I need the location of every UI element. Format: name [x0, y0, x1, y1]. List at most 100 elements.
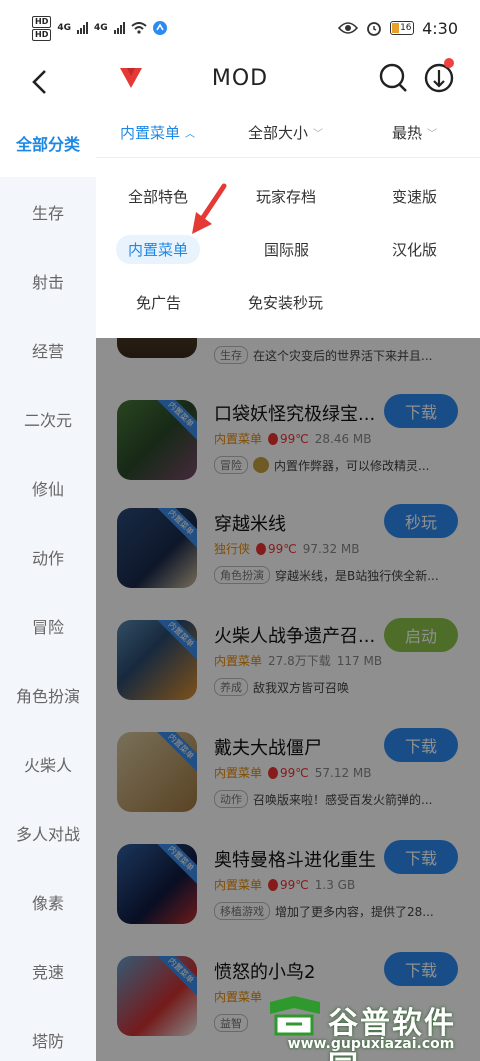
- sidebar-item-tower-defense[interactable]: 塔防: [0, 1005, 96, 1061]
- download-button[interactable]: 下载: [384, 728, 458, 762]
- game-title: 奥特曼格斗进化重生: [214, 850, 376, 871]
- filter-size-label: 全部大小: [248, 124, 309, 142]
- game-title: 戴夫大战僵尸: [214, 738, 322, 759]
- sidebar-item-anime[interactable]: 二次元: [0, 384, 96, 453]
- game-title: 愤怒的小鸟2: [214, 962, 316, 983]
- tag-speed-version[interactable]: 变速版: [380, 182, 449, 211]
- sidebar-item-management[interactable]: 经营: [0, 315, 96, 384]
- game-title: 穿越米线: [214, 514, 286, 535]
- genre-tag: 益智: [214, 1014, 248, 1032]
- search-button[interactable]: [376, 60, 410, 96]
- filter-bar: 内置菜单 ︿ 全部大小 ﹀ 最热 ﹀: [96, 108, 480, 158]
- chevron-down-icon: ﹀: [427, 129, 438, 140]
- download-button[interactable]: 下载: [384, 394, 458, 428]
- list-item[interactable]: 内置菜单 奥特曼格斗进化重生 内置菜单 99℃ 1.3 GB 移植游戏 增加了更…: [96, 838, 480, 950]
- heat-indicator: 99℃: [268, 878, 309, 892]
- game-meta: 内置菜单: [214, 988, 262, 1005]
- status-left: HD HD 4G 4G: [32, 15, 167, 41]
- game-icon: 内置菜单: [117, 844, 197, 924]
- game-desc: 生存 在这个灾变后的世界活下来并且...: [214, 346, 464, 364]
- game-desc: 移植游戏 增加了更多内容，提供了28...: [214, 902, 464, 920]
- genre-tag: 冒险: [214, 456, 248, 474]
- game-icon: [117, 338, 197, 358]
- file-size: 97.32 MB: [302, 541, 360, 556]
- tag-international[interactable]: 国际服: [252, 235, 321, 264]
- corner-badge: 内置菜单: [153, 732, 197, 774]
- game-icon: 内置菜单: [117, 400, 197, 480]
- game-meta: 内置菜单 99℃ 57.12 MB: [214, 764, 372, 781]
- pikachu-icon: [253, 457, 269, 473]
- list-item[interactable]: 内置菜单 戴夫大战僵尸 内置菜单 99℃ 57.12 MB 动作 召唤版来啦！感…: [96, 726, 480, 838]
- filter-size[interactable]: 全部大小 ﹀: [248, 122, 323, 143]
- search-icon: [379, 63, 407, 92]
- game-meta: 独行侠 99℃ 97.32 MB: [214, 540, 360, 557]
- feature-label: 独行侠: [214, 542, 251, 556]
- file-size: 57.12 MB: [314, 765, 372, 780]
- game-desc-text: 穿越米线，是B站独行侠全新...: [275, 568, 439, 583]
- sidebar-item-stickman[interactable]: 火柴人: [0, 729, 96, 798]
- file-size: 1.3 GB: [314, 877, 356, 892]
- list-item[interactable]: 生存 在这个灾变后的世界活下来并且...: [96, 338, 480, 390]
- filter-sort[interactable]: 最热 ﹀: [392, 122, 437, 143]
- sidebar-item-action[interactable]: 动作: [0, 522, 96, 591]
- sidebar-item-survival[interactable]: 生存: [0, 177, 96, 246]
- thermometer-icon: [268, 432, 279, 445]
- genre-tag: 生存: [214, 346, 248, 364]
- corner-badge: 内置菜单: [153, 400, 197, 442]
- launch-button[interactable]: 启动: [384, 618, 458, 652]
- genre-tag: 角色扮演: [214, 566, 270, 584]
- game-desc-text: 召唤版来啦！感受百发火箭弹的...: [253, 792, 433, 807]
- sidebar-item-cultivation[interactable]: 修仙: [0, 453, 96, 522]
- list-item[interactable]: 内置菜单 穿越米线 独行侠 99℃ 97.32 MB 角色扮演 穿越米线，是B站…: [96, 502, 480, 614]
- tag-no-ads[interactable]: 免广告: [124, 288, 193, 317]
- sidebar-item-adventure[interactable]: 冒险: [0, 591, 96, 660]
- filter-feature-label: 内置菜单: [120, 124, 181, 142]
- heat-indicator: 99℃: [268, 766, 309, 780]
- tag-built-in-menu[interactable]: 内置菜单: [116, 235, 201, 264]
- thermometer-icon: [268, 878, 279, 891]
- signal-icon: [77, 22, 88, 34]
- sidebar-item-pixel[interactable]: 像素: [0, 867, 96, 936]
- thermometer-icon: [256, 542, 267, 555]
- tag-all-features[interactable]: 全部特色: [116, 182, 200, 211]
- corner-badge: 内置菜单: [153, 508, 197, 550]
- heat-value: 99℃: [268, 541, 297, 556]
- filter-feature[interactable]: 内置菜单 ︿: [120, 122, 195, 143]
- instant-play-button[interactable]: 秒玩: [384, 504, 458, 538]
- sidebar-item-multiplayer[interactable]: 多人对战: [0, 798, 96, 867]
- genre-tag: 动作: [214, 790, 248, 808]
- game-desc-text: 增加了更多内容，提供了28...: [275, 904, 434, 919]
- sidebar-item-shooter[interactable]: 射击: [0, 246, 96, 315]
- genre-tag: 养成: [214, 678, 248, 696]
- tag-chinese-version[interactable]: 汉化版: [380, 235, 449, 264]
- game-desc: 养成 敌我双方皆可召唤: [214, 678, 464, 696]
- game-icon: 内置菜单: [117, 732, 197, 812]
- sidebar-item-rpg[interactable]: 角色扮演: [0, 660, 96, 729]
- tag-player-save[interactable]: 玩家存档: [244, 182, 328, 211]
- heat-value: 99℃: [280, 765, 309, 780]
- feature-label: 内置菜单: [214, 654, 263, 668]
- wifi-icon: [131, 22, 147, 34]
- sidebar-item-all[interactable]: 全部分类: [0, 108, 96, 177]
- eye-icon: [338, 22, 359, 34]
- download-button[interactable]: 下载: [384, 840, 458, 874]
- game-desc: 冒险 内置作弊器，可以修改精灵...: [214, 456, 464, 474]
- back-button[interactable]: [24, 64, 54, 100]
- game-desc-text: 在这个灾变后的世界活下来并且...: [253, 348, 433, 363]
- hd-badge-1: HD: [32, 15, 52, 28]
- sidebar-item-racing[interactable]: 竞速: [0, 936, 96, 1005]
- game-title: 火柴人战争遗产召...: [214, 626, 376, 647]
- heat-value: 99℃: [280, 431, 309, 446]
- list-item[interactable]: 内置菜单 口袋妖怪究极绿宝... 内置菜单 99℃ 28.46 MB 冒险 内置…: [96, 390, 480, 502]
- download-button[interactable]: 下载: [384, 952, 458, 986]
- chevron-down-icon: ﹀: [313, 129, 324, 140]
- watermark-url: www.gupuxiazai.com: [287, 1036, 455, 1052]
- tag-instant-play[interactable]: 免安装秒玩: [236, 288, 335, 317]
- game-icon: 内置菜单: [117, 508, 197, 588]
- thermometer-icon: [268, 766, 279, 779]
- corner-badge: 内置菜单: [153, 956, 197, 998]
- battery-level: 16: [400, 23, 412, 33]
- file-size: 28.46 MB: [314, 431, 372, 446]
- list-item[interactable]: 内置菜单 火柴人战争遗产召... 内置菜单 27.8万下载 117 MB 养成 …: [96, 614, 480, 726]
- file-size: 117 MB: [336, 653, 383, 668]
